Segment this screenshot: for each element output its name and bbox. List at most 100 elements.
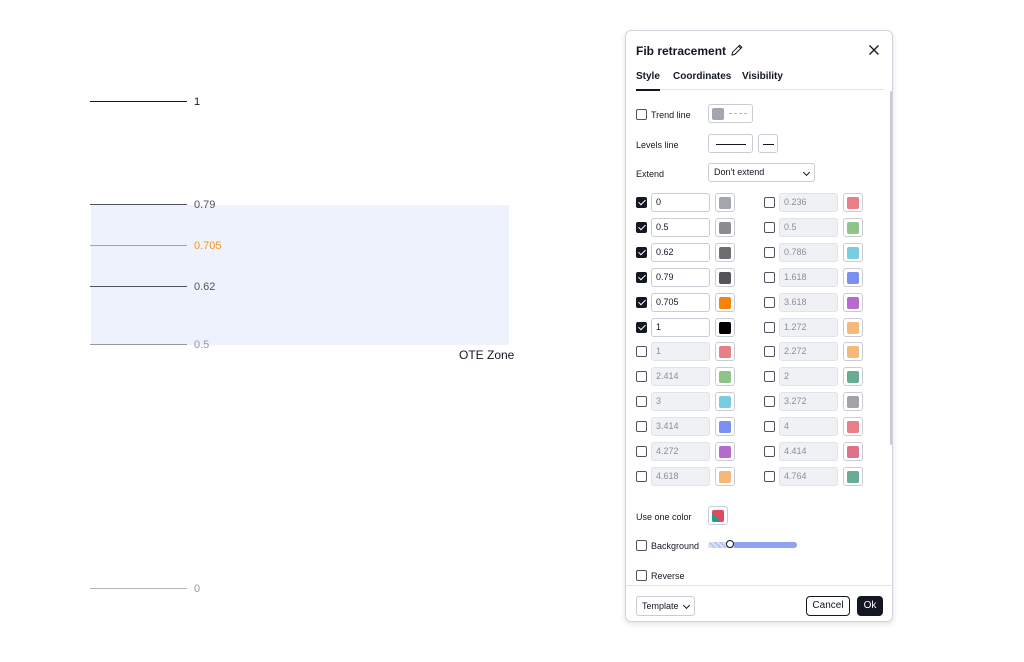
extend-select[interactable]: Don't extend (708, 163, 815, 182)
reverse-checkbox[interactable] (636, 570, 647, 581)
level-checkbox[interactable] (764, 470, 775, 482)
level-checkbox[interactable] (636, 396, 647, 408)
level-checkbox[interactable] (636, 221, 647, 233)
pencil-icon[interactable] (730, 43, 744, 57)
level-value-input[interactable]: 0.5 (651, 217, 710, 237)
level-color-button[interactable] (715, 442, 735, 461)
level-checkbox[interactable] (764, 446, 775, 457)
level-value-input[interactable]: 1 (651, 342, 710, 362)
level-color-button[interactable] (715, 292, 735, 312)
level-checkbox[interactable] (764, 321, 775, 333)
level-checkbox[interactable] (764, 221, 775, 233)
level-checkbox[interactable] (764, 271, 775, 283)
opacity-slider-thumb[interactable] (726, 540, 734, 548)
close-icon[interactable] (867, 43, 881, 57)
level-color-button[interactable] (715, 267, 735, 287)
level-checkbox[interactable] (636, 296, 647, 308)
level-value-input[interactable]: 4.618 (651, 466, 710, 486)
level-color-button[interactable] (843, 392, 863, 412)
level-color-button[interactable] (843, 417, 863, 437)
levels-line-style-button[interactable] (708, 134, 753, 153)
level-color-button[interactable] (715, 317, 735, 337)
level-color-swatch (847, 197, 859, 209)
level-color-button[interactable] (715, 392, 735, 412)
level-value-input[interactable]: 0.786 (779, 242, 838, 262)
trend-line-checkbox[interactable] (636, 109, 647, 120)
level-checkbox[interactable] (764, 421, 775, 433)
level-checkbox[interactable] (636, 346, 647, 358)
level-value-input[interactable]: 4.764 (779, 466, 838, 486)
level-checkbox[interactable] (636, 470, 647, 482)
level-value-input[interactable]: 1 (651, 317, 710, 337)
level-checkbox[interactable] (636, 197, 647, 208)
fib-level-line[interactable] (90, 286, 187, 287)
level-checkbox[interactable] (636, 271, 647, 283)
level-color-button[interactable] (715, 217, 735, 237)
level-value-input[interactable]: 2.414 (651, 367, 710, 387)
level-value-input[interactable]: 0.236 (779, 193, 838, 212)
ok-button[interactable]: Ok (857, 596, 883, 616)
level-checkbox[interactable] (636, 246, 647, 258)
level-value-input[interactable]: 0.79 (651, 267, 710, 287)
level-checkbox[interactable] (636, 421, 647, 433)
level-color-swatch (847, 321, 859, 334)
level-value-input[interactable]: 3.272 (779, 392, 838, 412)
level-value-input[interactable]: 0 (651, 193, 710, 212)
level-color-button[interactable] (843, 292, 863, 312)
level-checkbox[interactable] (764, 246, 775, 258)
tab-coordinates[interactable]: Coordinates (673, 71, 731, 90)
level-color-button[interactable] (715, 417, 735, 437)
level-value-input[interactable]: 1.618 (779, 267, 838, 287)
level-value-input[interactable]: 4 (779, 417, 838, 437)
fib-level-line[interactable] (90, 245, 187, 246)
level-value-input[interactable]: 0.62 (651, 242, 710, 262)
trend-line-style-button[interactable] (708, 104, 753, 123)
level-checkbox[interactable] (764, 371, 775, 383)
level-color-button[interactable] (843, 242, 863, 262)
level-checkbox[interactable] (636, 446, 647, 457)
level-checkbox[interactable] (764, 396, 775, 408)
template-dropdown[interactable]: Template (636, 596, 695, 616)
level-color-button[interactable] (843, 367, 863, 387)
cancel-button[interactable]: Cancel (806, 596, 850, 616)
fib-level-line[interactable] (90, 204, 187, 205)
level-checkbox[interactable] (764, 296, 775, 308)
level-value-input[interactable]: 4.414 (779, 442, 838, 461)
fib-level-line[interactable] (90, 101, 187, 102)
levels-line-width-button[interactable] (758, 134, 778, 153)
level-value-input[interactable]: 1.272 (779, 317, 838, 337)
use-one-color-button[interactable] (708, 506, 728, 525)
level-color-button[interactable] (843, 342, 863, 362)
level-value-input[interactable]: 4.272 (651, 442, 710, 461)
level-value-input[interactable]: 0.5 (779, 217, 838, 237)
level-color-button[interactable] (715, 367, 735, 387)
tab-style[interactable]: Style (636, 71, 660, 91)
level-color-button[interactable] (715, 193, 735, 212)
fib-level-line[interactable] (90, 344, 187, 345)
opacity-slider-track[interactable] (708, 540, 797, 548)
level-color-button[interactable] (715, 242, 735, 262)
level-checkbox[interactable] (764, 197, 775, 208)
multicolor-icon (712, 510, 724, 522)
level-color-button[interactable] (715, 342, 735, 362)
fib-level-line[interactable] (90, 588, 187, 589)
level-checkbox[interactable] (636, 371, 647, 383)
level-value-input[interactable]: 0.705 (651, 292, 710, 312)
level-color-button[interactable] (715, 466, 735, 486)
level-value-input[interactable]: 3.414 (651, 417, 710, 437)
level-color-button[interactable] (843, 217, 863, 237)
level-color-button[interactable] (843, 317, 863, 337)
level-value-input[interactable]: 2.272 (779, 342, 838, 362)
level-value-input[interactable]: 3 (651, 392, 710, 412)
background-checkbox[interactable] (636, 540, 647, 551)
level-color-button[interactable] (843, 442, 863, 461)
tab-visibility[interactable]: Visibility (742, 71, 783, 90)
level-color-button[interactable] (843, 193, 863, 212)
level-color-button[interactable] (843, 267, 863, 287)
level-color-button[interactable] (843, 466, 863, 486)
level-checkbox[interactable] (636, 321, 647, 333)
level-checkbox[interactable] (764, 346, 775, 358)
level-value-input[interactable]: 3.618 (779, 292, 838, 312)
fib-level-label: 0.62 (194, 281, 216, 293)
level-value-input[interactable]: 2 (779, 367, 838, 387)
